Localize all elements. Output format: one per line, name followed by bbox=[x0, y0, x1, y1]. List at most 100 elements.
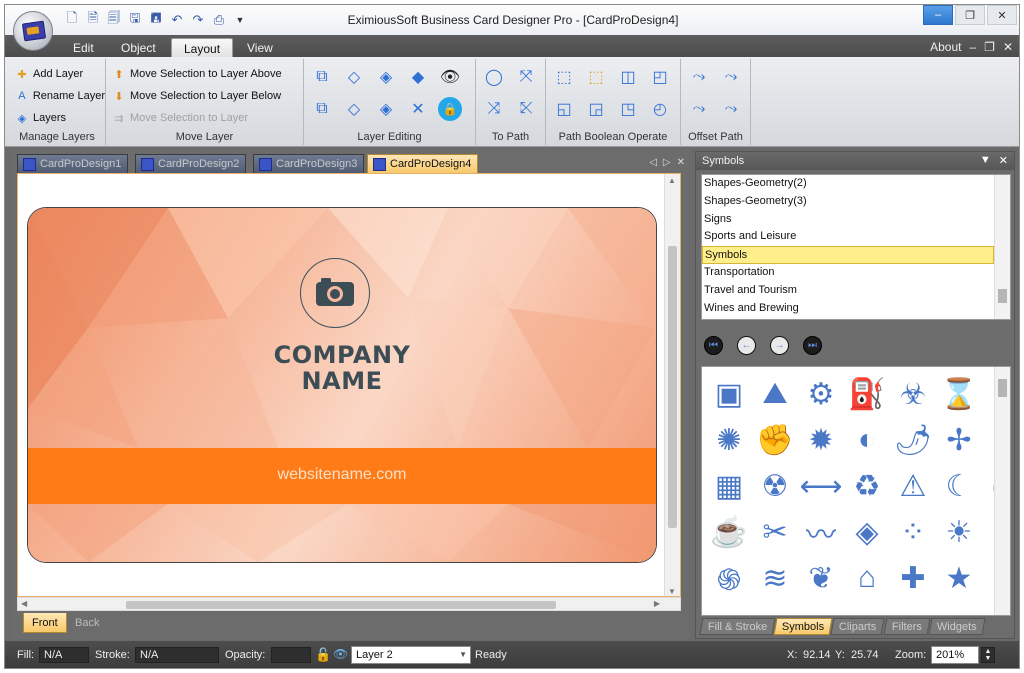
layer-merge-icon[interactable]: ◈ bbox=[374, 97, 398, 121]
tab-layout[interactable]: Layout bbox=[171, 38, 234, 57]
visibility-icon[interactable]: 👁 bbox=[333, 647, 348, 661]
close-doc-icon[interactable]: ✕ bbox=[677, 157, 685, 168]
eye-icon[interactable]: 👁 bbox=[438, 65, 462, 89]
ribbon-close-button[interactable]: ✕ bbox=[1003, 40, 1013, 54]
category-item[interactable]: Transportation bbox=[702, 264, 994, 282]
move-to-layer-below-button[interactable]: ⬇ Move Selection to Layer Below bbox=[106, 85, 303, 107]
design-canvas[interactable]: COMPANY NAME websitename.com ▲ ▼ bbox=[17, 173, 681, 597]
sunburst-ring-icon[interactable]: ✺ bbox=[710, 421, 748, 459]
tab-filters[interactable]: Filters bbox=[883, 618, 931, 635]
doc-tab-4[interactable]: CardProDesign4 bbox=[367, 154, 479, 173]
delete-layer-icon[interactable]: ✕ bbox=[406, 97, 430, 121]
break-apart-icon[interactable]: ◴ bbox=[648, 97, 672, 121]
intersection-icon[interactable]: ◫ bbox=[616, 65, 640, 89]
category-item[interactable]: Sports and Leisure bbox=[702, 228, 994, 246]
add-layer-button[interactable]: ✚ Add Layer bbox=[9, 63, 105, 85]
business-card[interactable]: COMPANY NAME websitename.com bbox=[28, 208, 656, 562]
doc-tab-2[interactable]: CardProDesign2 bbox=[135, 154, 247, 173]
difference-icon[interactable]: ⬚ bbox=[584, 65, 608, 89]
recycle-icon[interactable]: ♻ bbox=[848, 467, 886, 505]
picture-frame-icon[interactable]: ▣ bbox=[710, 375, 748, 413]
leaf-icon[interactable]: ❦ bbox=[802, 559, 840, 597]
first-page-icon[interactable]: ⏮ bbox=[704, 336, 723, 355]
tab-front[interactable]: Front bbox=[23, 613, 67, 633]
fist-icon[interactable]: ✊ bbox=[756, 421, 794, 459]
inset-icon[interactable]: ⤳ bbox=[687, 65, 711, 89]
object-to-path-icon[interactable]: ◯ bbox=[482, 65, 506, 89]
vortex-icon[interactable]: ֍ bbox=[710, 559, 748, 597]
symbol-scroll-thumb[interactable] bbox=[998, 379, 1007, 397]
horizontal-scroll-thumb[interactable] bbox=[126, 601, 556, 609]
exclusion-icon[interactable]: ◰ bbox=[648, 65, 672, 89]
tab-scroll-right-icon[interactable]: ▷ bbox=[663, 157, 671, 168]
category-item[interactable]: Shapes-Geometry(2) bbox=[702, 175, 994, 193]
tab-back[interactable]: Back bbox=[67, 613, 107, 633]
vertical-scroll-thumb[interactable] bbox=[668, 246, 677, 528]
about-button[interactable]: About bbox=[930, 40, 961, 54]
minimize-button[interactable]: – bbox=[923, 5, 953, 25]
simplify-path-icon[interactable]: ⤪ bbox=[514, 97, 538, 121]
radiation-icon[interactable]: ☢ bbox=[756, 467, 794, 505]
canvas-horizontal-scrollbar[interactable]: ◀ ▶ bbox=[17, 597, 681, 611]
scroll-right-icon[interactable]: ▶ bbox=[654, 599, 660, 608]
zoom-input[interactable]: 201% bbox=[931, 646, 979, 664]
lower-layer-icon[interactable]: ⧉ bbox=[310, 97, 334, 121]
linked-offset-icon[interactable]: ⤳ bbox=[719, 97, 743, 121]
checker-icon[interactable]: ▦ bbox=[710, 467, 748, 505]
outset-icon[interactable]: ⤳ bbox=[719, 65, 743, 89]
lock-icon[interactable]: 🔓 bbox=[315, 647, 331, 663]
rename-layer-button[interactable]: A Rename Layer bbox=[9, 85, 105, 107]
category-item[interactable]: Shapes-Geometry(3) bbox=[702, 193, 994, 211]
layer-select[interactable]: Layer 2 ▼ bbox=[351, 646, 471, 664]
symbol-scrollbar[interactable] bbox=[994, 367, 1010, 615]
crescent-icon[interactable]: ☾ bbox=[940, 467, 978, 505]
category-item[interactable]: Wines and Brewing bbox=[702, 300, 994, 318]
stroke-to-path-icon[interactable]: ⤧ bbox=[514, 65, 538, 89]
company-name[interactable]: COMPANY NAME bbox=[28, 342, 656, 394]
tab-symbols[interactable]: Symbols bbox=[773, 618, 833, 635]
text-to-path-icon[interactable]: ⤨ bbox=[482, 97, 506, 121]
combine-icon[interactable]: ◳ bbox=[616, 97, 640, 121]
app-menu-button[interactable] bbox=[13, 11, 53, 51]
gear-icon[interactable]: ⚙ bbox=[802, 375, 840, 413]
cross-icon[interactable]: ✚ bbox=[894, 559, 932, 597]
layer-copy-icon[interactable]: ◆ bbox=[406, 65, 430, 89]
dots-icon[interactable]: ⁘ bbox=[894, 513, 932, 551]
category-list[interactable]: Shapes-Geometry(2) Shapes-Geometry(3) Si… bbox=[701, 174, 1011, 320]
category-item[interactable]: Signs bbox=[702, 211, 994, 229]
tab-cliparts[interactable]: Cliparts bbox=[830, 618, 886, 635]
tab-widgets[interactable]: Widgets bbox=[928, 618, 985, 635]
previous-page-icon[interactable]: ← bbox=[737, 336, 756, 355]
hourglass-icon[interactable]: ⌛ bbox=[940, 375, 978, 413]
starburst-icon[interactable]: ✹ bbox=[802, 421, 840, 459]
tribal-swirl-icon[interactable]: 〰 bbox=[802, 513, 840, 552]
next-page-icon[interactable]: → bbox=[770, 336, 789, 355]
category-item[interactable]: Travel and Tourism bbox=[702, 282, 994, 300]
division-icon[interactable]: ◱ bbox=[552, 97, 576, 121]
scroll-down-icon[interactable]: ▼ bbox=[668, 587, 676, 596]
arrow-line-icon[interactable]: ⟷ bbox=[800, 467, 843, 505]
chili-icon[interactable]: 🌶 bbox=[894, 421, 932, 459]
layer-stack-icon[interactable]: ◈ bbox=[374, 65, 398, 89]
tab-object[interactable]: Object bbox=[109, 38, 168, 57]
wave-icon[interactable]: ≋ bbox=[756, 559, 794, 597]
tab-view[interactable]: View bbox=[235, 38, 285, 57]
house-icon[interactable]: ⌂ bbox=[848, 559, 886, 597]
last-page-icon[interactable]: ⏭ bbox=[803, 336, 822, 355]
tab-fill-stroke[interactable]: Fill & Stroke bbox=[699, 618, 776, 635]
move-to-layer-above-button[interactable]: ⬆ Move Selection to Layer Above bbox=[106, 63, 303, 85]
triangle-badge-icon[interactable]: ⚠ bbox=[894, 467, 932, 505]
restore-button[interactable]: ❐ bbox=[955, 5, 985, 25]
raise-to-top-icon[interactable]: ◇ bbox=[342, 65, 366, 89]
biohazard-icon[interactable]: ☣ bbox=[894, 375, 932, 413]
ribbon-minimize-button[interactable]: – bbox=[969, 40, 976, 54]
cut-path-icon[interactable]: ◲ bbox=[584, 97, 608, 121]
propeller-icon[interactable]: ✢ bbox=[940, 421, 978, 459]
sun-icon[interactable]: ☀ bbox=[940, 513, 978, 551]
union-icon[interactable]: ⬚ bbox=[552, 65, 576, 89]
scroll-up-icon[interactable]: ▲ bbox=[668, 176, 676, 185]
category-item-selected[interactable]: Symbols bbox=[702, 246, 994, 264]
doc-tab-1[interactable]: CardProDesign1 bbox=[17, 154, 129, 173]
dynamic-offset-icon[interactable]: ⤳ bbox=[687, 97, 711, 121]
raise-layer-icon[interactable]: ⧉ bbox=[310, 65, 334, 89]
